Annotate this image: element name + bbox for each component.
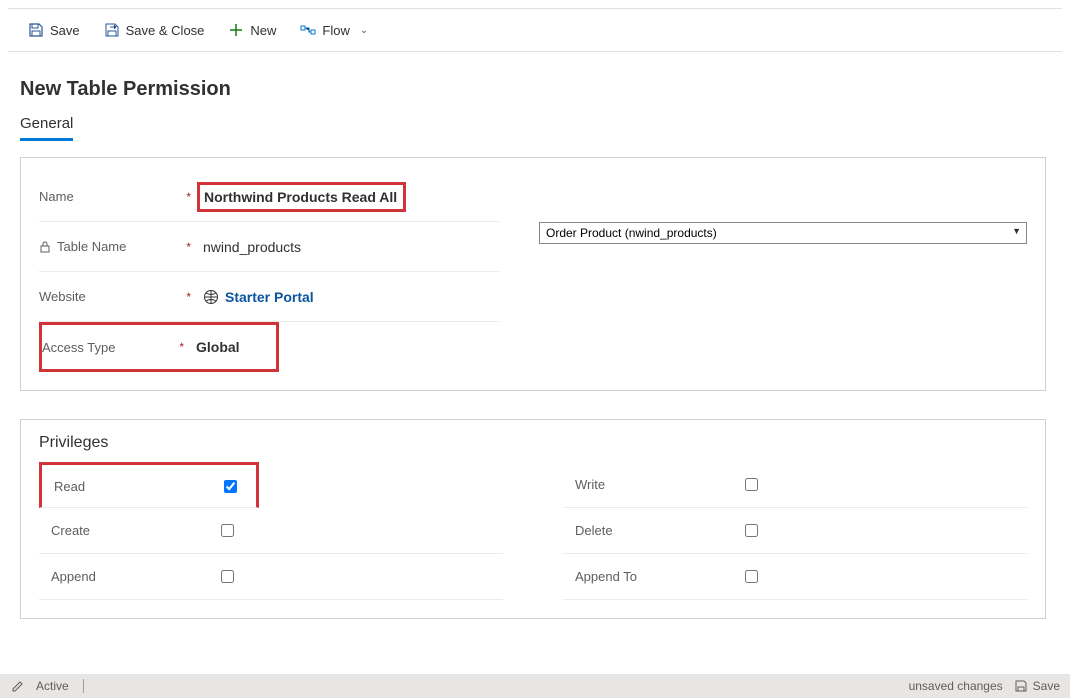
name-highlight: Northwind Products Read All <box>197 182 406 212</box>
flow-icon <box>300 22 316 38</box>
field-row-access-type: Access Type * Global <box>39 322 279 372</box>
write-label: Write <box>575 477 745 492</box>
table-name-dropdown[interactable]: Order Product (nwind_products) <box>539 222 1027 244</box>
access-type-label: Access Type <box>42 340 115 355</box>
name-label: Name <box>39 189 74 204</box>
privileges-title: Privileges <box>39 434 1027 452</box>
delete-label: Delete <box>575 523 745 538</box>
delete-checkbox[interactable] <box>745 524 758 537</box>
save-close-button[interactable]: Save & Close <box>94 18 215 42</box>
append-to-label: Append To <box>575 569 745 584</box>
page-title: New Table Permission <box>20 78 1046 101</box>
globe-icon <box>203 289 219 305</box>
tab-bar: General <box>20 109 1046 141</box>
name-value: Northwind Products Read All <box>204 189 397 205</box>
write-checkbox[interactable] <box>745 478 758 491</box>
lock-icon <box>39 241 51 253</box>
status-save-label: Save <box>1033 679 1060 693</box>
privilege-row-read: Read <box>39 462 259 508</box>
field-row-name: Name * Northwind Products Read All <box>39 172 499 222</box>
read-label: Read <box>54 479 224 494</box>
create-checkbox[interactable] <box>221 524 234 537</box>
privilege-row-delete: Delete <box>563 508 1027 554</box>
save-close-label: Save & Close <box>126 23 205 38</box>
new-label: New <box>250 23 276 38</box>
create-label: Create <box>51 523 221 538</box>
table-name-value[interactable]: nwind_products <box>199 239 499 255</box>
table-name-label: Table Name <box>57 239 126 254</box>
table-name-dropdown-wrap: Order Product (nwind_products) <box>539 222 1027 244</box>
save-icon <box>1013 678 1029 694</box>
append-to-checkbox[interactable] <box>745 570 758 583</box>
name-value-cell[interactable]: Northwind Products Read All <box>199 186 499 208</box>
chevron-down-icon: ⌄ <box>360 25 368 36</box>
status-save-button[interactable]: Save <box>1013 678 1060 694</box>
command-bar: Save Save & Close New Flow ⌄ <box>8 8 1062 52</box>
website-label: Website <box>39 289 86 304</box>
privilege-row-append: Append <box>39 554 503 600</box>
privileges-section: Privileges Read Create Append <box>20 419 1046 619</box>
append-checkbox[interactable] <box>221 570 234 583</box>
required-marker: * <box>186 290 191 304</box>
status-active: Active <box>36 679 69 693</box>
general-section: Name * Northwind Products Read All <box>20 157 1046 391</box>
tab-general[interactable]: General <box>20 109 73 141</box>
flow-button[interactable]: Flow ⌄ <box>290 18 378 42</box>
new-button[interactable]: New <box>218 18 286 42</box>
website-value: Starter Portal <box>225 289 314 305</box>
form-scroll-area[interactable]: New Table Permission General Name * <box>8 60 1062 674</box>
access-type-value[interactable]: Global <box>192 339 276 355</box>
status-unsaved: unsaved changes <box>909 679 1003 693</box>
plus-icon <box>228 22 244 38</box>
save-button[interactable]: Save <box>18 18 90 42</box>
required-marker: * <box>179 340 184 354</box>
save-close-icon <box>104 22 120 38</box>
append-label: Append <box>51 569 221 584</box>
required-marker: * <box>186 240 191 254</box>
edit-icon[interactable] <box>10 678 26 694</box>
privilege-row-append-to: Append To <box>563 554 1027 600</box>
read-checkbox[interactable] <box>224 480 237 493</box>
save-icon <box>28 22 44 38</box>
field-row-table-name: Table Name * nwind_products <box>39 222 499 272</box>
save-label: Save <box>50 23 80 38</box>
scroll-spacer <box>20 647 1046 674</box>
privilege-row-create: Create <box>39 508 503 554</box>
field-row-website: Website * Starter Portal <box>39 272 499 322</box>
status-bar: Active unsaved changes Save <box>0 674 1070 698</box>
required-marker: * <box>186 190 191 204</box>
privilege-row-write: Write <box>563 462 1027 508</box>
flow-label: Flow <box>322 23 349 38</box>
website-value-cell[interactable]: Starter Portal <box>199 289 499 305</box>
status-separator <box>83 679 84 693</box>
